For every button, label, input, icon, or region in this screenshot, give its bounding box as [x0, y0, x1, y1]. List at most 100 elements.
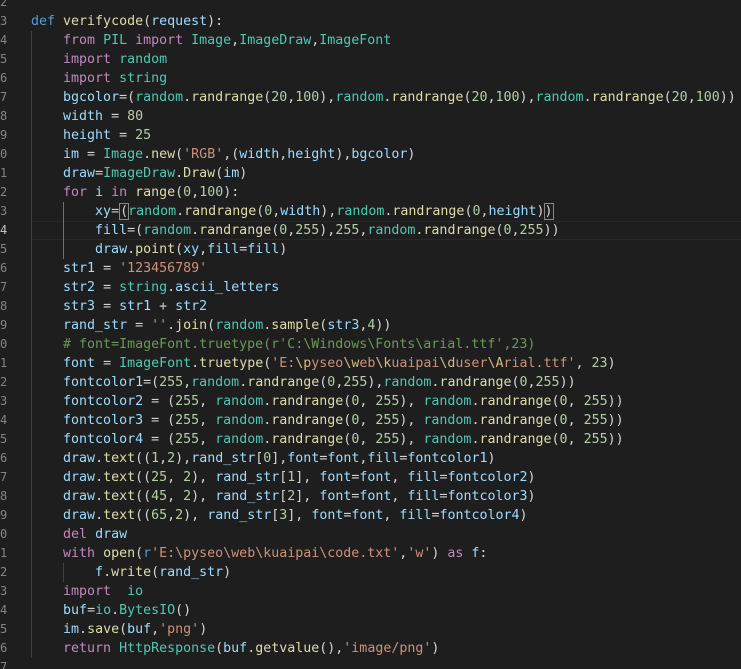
code-line[interactable]: draw.text((25, 2), rand_str[1], font=fon… — [31, 468, 741, 487]
code-token: , — [199, 432, 216, 447]
code-token: , — [231, 33, 240, 48]
code-line[interactable]: f.write(rand_str) — [31, 563, 741, 582]
code-token: ( — [143, 14, 152, 29]
code-token: i — [95, 185, 104, 200]
code-area[interactable]: def verifycode(request): from PIL import… — [31, 0, 741, 669]
code-line[interactable]: draw.text((65,2), rand_str[3], font=font… — [31, 506, 741, 525]
code-token: random — [336, 204, 385, 219]
code-line[interactable]: # font=ImageFont.truetype(r'C:\Windows\F… — [31, 335, 741, 354]
code-line[interactable]: from PIL import Image,ImageDraw,ImageFon… — [31, 31, 741, 50]
code-token: text — [103, 451, 136, 466]
code-line[interactable]: height = 25 — [31, 126, 741, 145]
code-line[interactable]: fontcolor1=(255,random.randrange(0,255),… — [31, 373, 741, 392]
code-token: . — [167, 318, 176, 333]
code-token: ], — [287, 508, 312, 523]
code-token: )) — [543, 223, 560, 238]
code-token: random — [535, 90, 584, 105]
code-line[interactable]: bgcolor=(random.randrange(20,100),random… — [31, 88, 741, 107]
code-token: ( — [151, 565, 160, 580]
code-line[interactable]: buf=io.BytesIO() — [31, 601, 741, 620]
code-token: draw — [95, 527, 128, 542]
code-line[interactable]: im = Image.new('RGB',(width,height),bgco… — [31, 145, 741, 164]
code-token: random — [119, 52, 168, 67]
code-token: ( — [175, 185, 184, 200]
code-token: string — [119, 71, 168, 86]
code-line[interactable]: fontcolor2 = (255, random.randrange(0, 2… — [31, 392, 741, 411]
code-token: ), — [399, 394, 424, 409]
code-line[interactable]: str2 = string.ascii_letters — [31, 278, 741, 297]
code-token: ), — [191, 470, 216, 485]
code-line[interactable]: xy=(random.randrange(0,width),random.ran… — [31, 202, 741, 221]
code-token: ImageDraw — [103, 166, 176, 181]
code-line[interactable] — [31, 0, 741, 12]
code-token: , — [199, 413, 216, 428]
code-token: . — [143, 147, 152, 162]
code-token: randrange — [479, 432, 552, 447]
code-token: , — [391, 489, 408, 504]
code-token: ( — [119, 622, 128, 637]
code-token: ( — [551, 394, 560, 409]
line-number: 7 — [0, 660, 8, 669]
code-line[interactable] — [31, 658, 741, 669]
code-line[interactable]: del draw — [31, 525, 741, 544]
code-token: 23 — [591, 356, 608, 371]
code-line[interactable]: font = ImageFont.truetype('E:\pyseo\web\… — [31, 354, 741, 373]
code-line[interactable]: fontcolor3 = (255, random.randrange(0, 2… — [31, 411, 741, 430]
code-token: = — [87, 603, 96, 618]
line-number: 1 — [0, 546, 8, 560]
code-token: 100 — [495, 90, 520, 105]
code-line[interactable]: width = 80 — [31, 107, 741, 126]
code-token: ) — [536, 204, 545, 219]
code-line[interactable]: str3 = str1 + str2 — [31, 297, 741, 316]
code-token: str3 — [327, 318, 360, 333]
code-token: 255 — [583, 432, 608, 447]
code-token: . — [95, 508, 104, 523]
code-token: = — [95, 261, 120, 276]
code-token: height — [63, 128, 112, 143]
code-line[interactable]: fontcolor4 = (255, random.randrange(0, 2… — [31, 430, 741, 449]
code-line[interactable]: str1 = '123456789' — [31, 259, 741, 278]
line-number: 4 — [0, 603, 8, 617]
code-line[interactable]: for i in range(0,100): — [31, 183, 741, 202]
code-line[interactable]: draw.text((1,2),rand_str[0],font=font,fi… — [31, 449, 741, 468]
code-token: random — [143, 223, 192, 238]
code-token: draw — [63, 166, 96, 181]
code-token: in — [103, 185, 136, 200]
code-token: + — [151, 299, 176, 314]
code-line[interactable]: import random — [31, 50, 741, 69]
code-token: eb — [359, 356, 376, 371]
code-token: user — [455, 356, 488, 371]
code-token: , — [359, 413, 376, 428]
code-line[interactable]: fill=(random.randrange(0,255),255,random… — [31, 221, 741, 240]
code-token: , — [567, 394, 584, 409]
code-line[interactable]: with open(r'E:\pyseo\web\kuaipai\code.tx… — [31, 544, 741, 563]
code-token: , — [391, 470, 408, 485]
code-line[interactable]: im.save(buf,'png') — [31, 620, 741, 639]
code-token: 'png' — [159, 622, 200, 637]
code-token: im — [223, 166, 240, 181]
code-token: , — [167, 508, 176, 523]
code-token: , — [151, 622, 160, 637]
code-line[interactable]: draw=ImageDraw.Draw(im) — [31, 164, 741, 183]
code-token: width — [280, 204, 321, 219]
code-token: save — [87, 622, 120, 637]
code-line[interactable]: import io — [31, 582, 741, 601]
code-line[interactable]: draw.point(xy,fill=fill) — [31, 240, 741, 259]
code-line[interactable]: rand_str = ''.join(random.sample(str3,4)… — [31, 316, 741, 335]
code-token: ), — [367, 375, 384, 390]
code-token: = — [95, 356, 120, 371]
code-line[interactable]: return HttpResponse(buf.getvalue(),'imag… — [31, 639, 741, 658]
code-token: . — [95, 451, 104, 466]
code-token: \d — [439, 356, 456, 371]
code-token: ) — [279, 242, 288, 257]
code-editor[interactable]: 234567890123456789012345678901234567 def… — [0, 0, 741, 669]
code-line[interactable]: draw.text((45, 2), rand_str[2], font=fon… — [31, 487, 741, 506]
code-token: =( — [119, 90, 136, 105]
code-line[interactable]: def verifycode(request): — [31, 12, 741, 31]
code-line[interactable]: import string — [31, 69, 741, 88]
